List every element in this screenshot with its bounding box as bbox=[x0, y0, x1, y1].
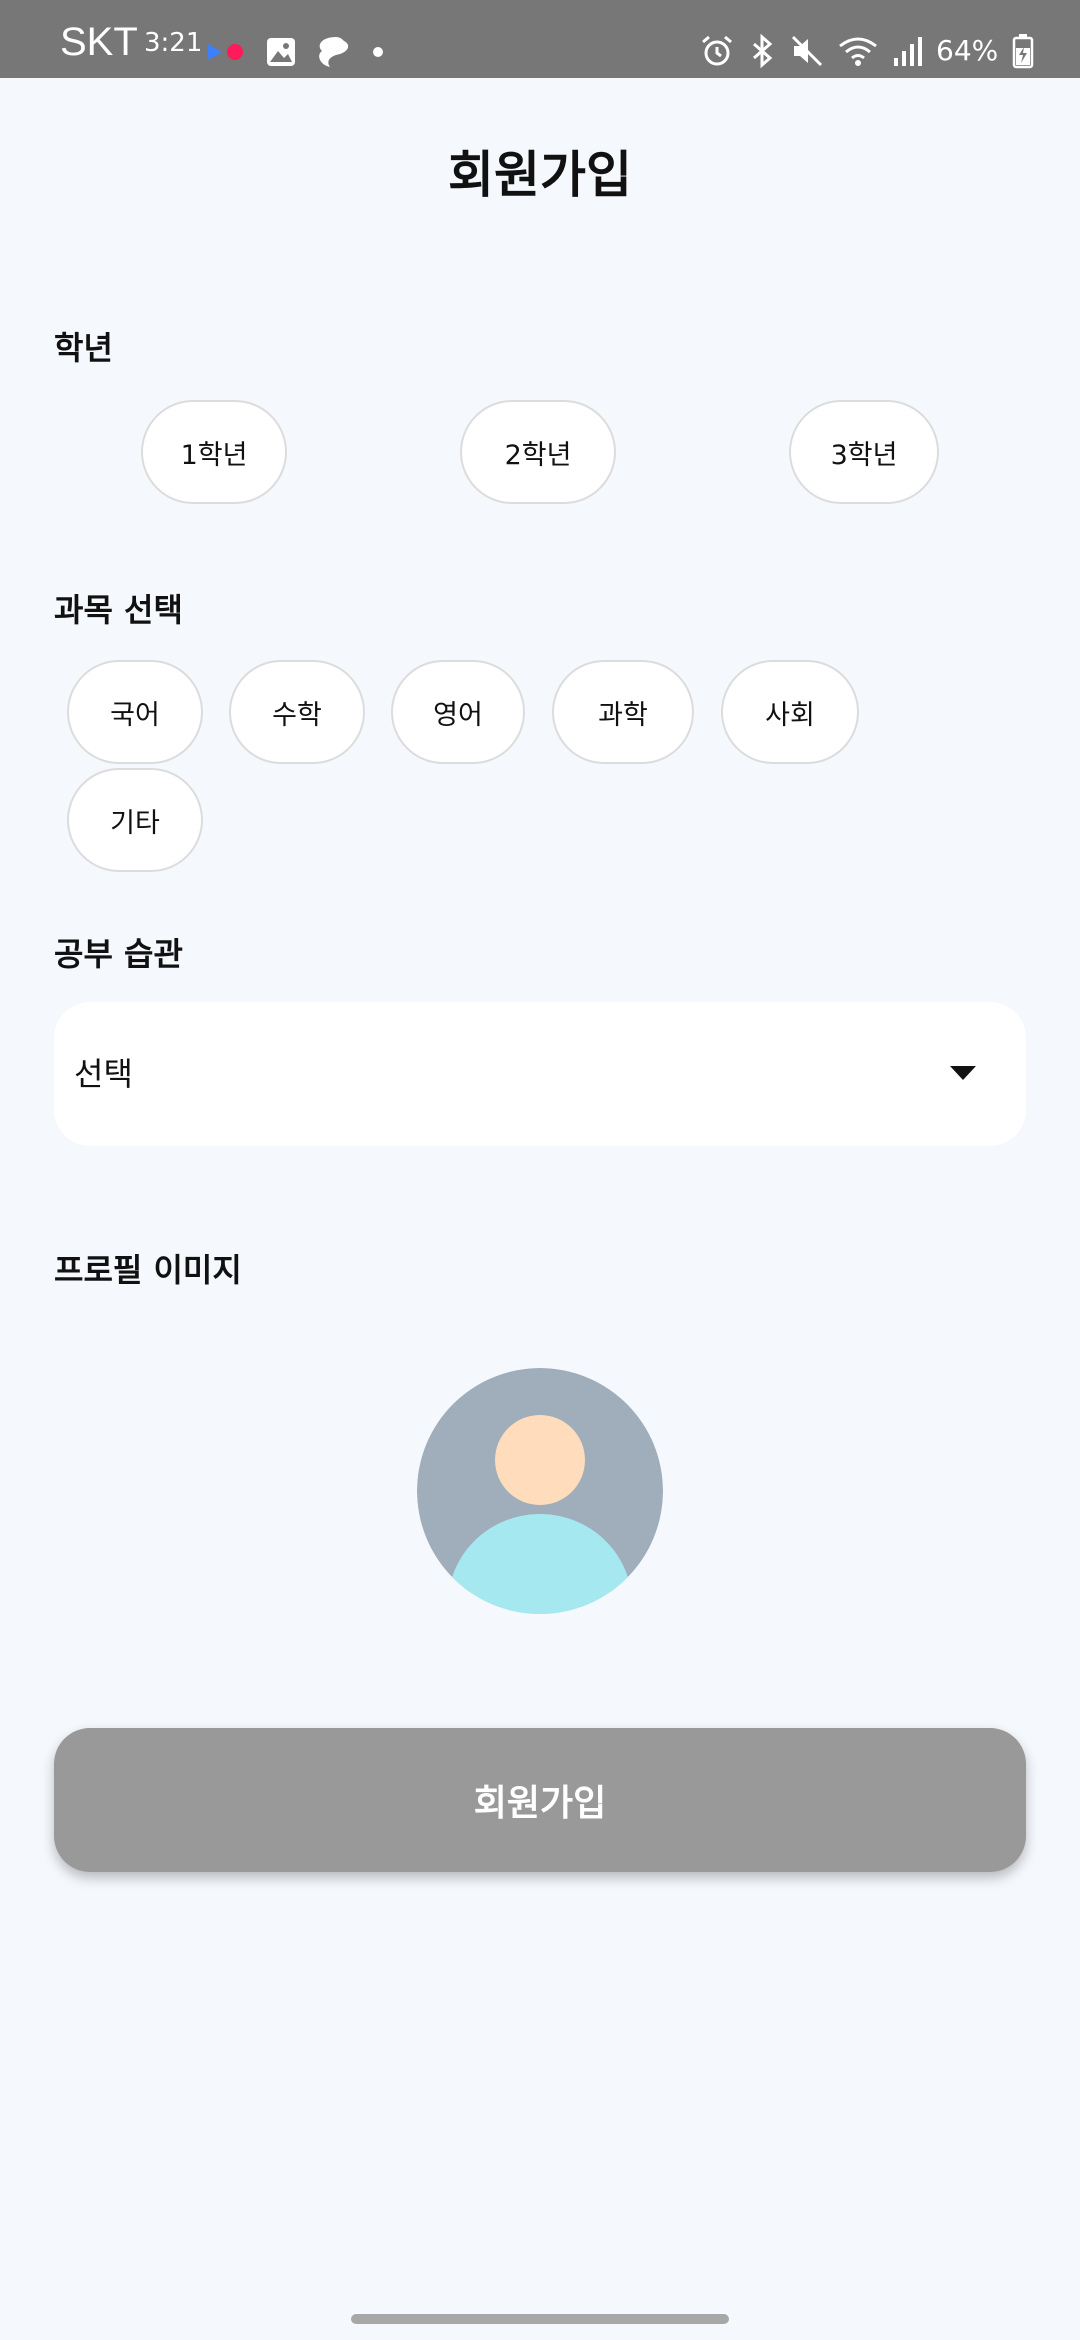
wifi-icon bbox=[839, 37, 877, 66]
grade-chip-1[interactable]: 1학년 bbox=[141, 400, 287, 504]
battery-percentage: 64% bbox=[936, 34, 999, 67]
study-habit-section-label: 공부 습관 bbox=[54, 935, 183, 973]
mute-icon bbox=[791, 35, 823, 67]
dot-icon bbox=[373, 47, 383, 57]
subject-chip-other[interactable]: 기타 bbox=[67, 768, 203, 872]
subject-chip-social[interactable]: 사회 bbox=[721, 660, 859, 764]
signup-button[interactable]: 회원가입 bbox=[54, 1728, 1026, 1872]
home-indicator[interactable] bbox=[351, 2314, 729, 2324]
avatar[interactable] bbox=[417, 1368, 663, 1614]
gallery-icon bbox=[267, 38, 295, 66]
subject-chip-korean[interactable]: 국어 bbox=[67, 660, 203, 764]
profile-image-section-label: 프로필 이미지 bbox=[54, 1251, 242, 1289]
notification-icons bbox=[208, 30, 384, 74]
media-control-icon bbox=[208, 44, 243, 60]
page-title: 회원가입 bbox=[448, 146, 632, 204]
study-habit-dropdown[interactable]: 선택 bbox=[54, 1002, 1026, 1146]
carrier-label: SKT bbox=[60, 20, 138, 64]
grade-chip-3[interactable]: 3학년 bbox=[789, 400, 939, 504]
status-bar: SKT 3:21 64% bbox=[0, 0, 1080, 78]
alarm-icon bbox=[702, 35, 732, 66]
battery-icon bbox=[1012, 34, 1034, 69]
grade-chip-2[interactable]: 2학년 bbox=[460, 400, 616, 504]
caret-down-icon bbox=[950, 1066, 976, 1080]
subject-chip-math[interactable]: 수학 bbox=[229, 660, 365, 764]
bluetooth-icon bbox=[753, 34, 773, 68]
messenger-icon bbox=[319, 37, 349, 67]
signal-icon bbox=[894, 37, 922, 66]
subject-section-label: 과목 선택 bbox=[54, 591, 183, 629]
subject-chip-science[interactable]: 과학 bbox=[552, 660, 694, 764]
avatar-head bbox=[495, 1415, 585, 1505]
dropdown-selected-value: 선택 bbox=[74, 1055, 133, 1093]
system-icons: 64% bbox=[700, 26, 1034, 76]
clock: 3:21 bbox=[144, 28, 203, 58]
subject-chip-english[interactable]: 영어 bbox=[391, 660, 525, 764]
grade-section-label: 학년 bbox=[54, 329, 113, 367]
